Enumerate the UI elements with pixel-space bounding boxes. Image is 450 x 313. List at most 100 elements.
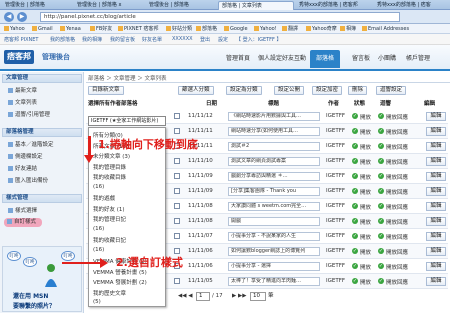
pixnet-link[interactable]: 登出 (200, 36, 210, 43)
row-checkbox[interactable] (174, 203, 180, 209)
row-checkbox[interactable] (174, 113, 180, 119)
pixnet-link[interactable]: 設定 (218, 36, 228, 43)
row-checkbox[interactable] (174, 173, 180, 179)
edit-button[interactable]: 編輯 (426, 187, 446, 196)
sidebar-item[interactable]: 側邊欄設定 (8, 152, 43, 160)
sidebar-item[interactable]: 匯入匯出備份 (8, 176, 48, 184)
toolbar-button[interactable]: 迴響設定 (376, 86, 407, 95)
bookmark[interactable]: Yahoo奇摩 (306, 25, 337, 33)
dropdown-option[interactable]: 我的歷史文章 (93, 289, 126, 297)
bookmark[interactable]: Yahoo (4, 25, 25, 33)
edit-button[interactable]: 編輯 (426, 247, 446, 256)
browser-tab[interactable]: 管理後台 | 部落格 (146, 1, 216, 10)
per-page-select[interactable]: 10 (250, 292, 266, 301)
pixnet-link[interactable]: 痞客邦 PIXNET (4, 36, 38, 43)
bookmark[interactable]: 好站分類 (166, 25, 192, 33)
bookmark[interactable]: Google (224, 25, 248, 33)
dropdown-option[interactable]: 我的好友 (1) (93, 205, 125, 213)
row-checkbox[interactable] (174, 128, 180, 134)
row-title[interactable]: 大家讚同體 s weetm.com完全… (228, 202, 320, 211)
bookmark[interactable]: 相簿 (340, 25, 356, 33)
row-checkbox[interactable] (174, 158, 180, 164)
dropdown-option[interactable]: (5) (93, 299, 101, 305)
sidebar-item-custom-style[interactable]: 自訂樣式 (4, 218, 42, 227)
bookmark[interactable]: Yahoo! (254, 25, 277, 33)
browser-tab[interactable]: 管理後台 | 部落格 x (74, 1, 144, 10)
page-number-input[interactable]: 1 (196, 292, 210, 301)
url-input[interactable]: http://panel.pixnet.cc/blog/article (40, 12, 400, 22)
edit-button[interactable]: 編輯 (426, 202, 446, 211)
sidebar-item[interactable]: 樣式選擇 (8, 206, 37, 214)
nav-item[interactable]: 帳戶管理 (406, 53, 430, 62)
category-dropdown-list[interactable]: 所有分類(0) 所有文章 (165) 未分類文章 (3) 我的管理目錄 我的收藏目錄 (1… (88, 127, 166, 307)
toolbar-button[interactable]: 篩選人分類 (178, 86, 214, 95)
back-icon[interactable]: ◀ (4, 12, 14, 22)
bookmark[interactable]: 部落格 (196, 25, 217, 33)
row-checkbox[interactable] (174, 188, 180, 194)
browser-tab-active[interactable]: 部落格 | 文章列表 (218, 1, 294, 10)
category-select[interactable]: IGETFF (★全家工作網站影片) (88, 116, 166, 126)
toolbar-button[interactable]: 刪除 (348, 86, 368, 95)
edit-button[interactable]: 編輯 (426, 232, 446, 241)
dropdown-option[interactable]: 未分類文章 (3) (93, 152, 130, 160)
row-title[interactable]: 如何讓數blogger網誌上的博覽列 (228, 247, 320, 256)
dropdown-option[interactable]: (16) (93, 247, 104, 253)
bookmark[interactable]: Yenaa (60, 25, 81, 33)
pixnet-link[interactable]: 我的部落格 (50, 36, 75, 43)
browser-tab[interactable]: 秀特xxx的部落格 | 痞客 (374, 1, 448, 10)
row-title[interactable]: 開戲 (228, 217, 320, 226)
row-title[interactable]: [分享]集客團隊 - Thank you (228, 187, 320, 196)
pixnet-logo[interactable]: 痞客邦 (4, 50, 34, 64)
toolbar-button[interactable]: 設定為分類 (226, 86, 262, 95)
edit-button[interactable]: 編輯 (426, 112, 446, 121)
row-title[interactable]: 測試＃2 (228, 142, 320, 151)
nav-item[interactable]: 留言板 (352, 53, 370, 62)
bookmark[interactable]: 翻譯 (282, 25, 298, 33)
dropdown-option[interactable]: 我的收藏日記 (93, 236, 126, 244)
bookmark[interactable]: PIXNET 痞客邦 (118, 25, 158, 33)
forward-icon[interactable]: ▶ (17, 12, 27, 22)
edit-button[interactable]: 編輯 (426, 262, 446, 271)
row-title[interactable]: 小提事分享 - 選擇 (228, 262, 320, 271)
toolbar-button[interactable]: 設定加密 (312, 86, 343, 95)
dropdown-option[interactable]: 我的管理目錄 (93, 163, 126, 171)
nav-item[interactable]: 小團購 (378, 53, 396, 62)
row-title[interactable]: 測試文章的網頁測試專案 (228, 157, 320, 166)
row-checkbox[interactable] (174, 278, 180, 284)
browser-tab[interactable]: 秀特xxx的部落格 | 痞客邦 (296, 1, 372, 10)
pixnet-link[interactable]: XXXXXX (172, 36, 193, 42)
sidebar-item[interactable]: 基本／進階設定 (8, 140, 54, 148)
new-article-button[interactable]: 目錄新文章 (88, 86, 124, 95)
dropdown-option[interactable]: 我的收藏目錄 (93, 173, 126, 181)
edit-button[interactable]: 編輯 (426, 277, 446, 286)
sidebar-item[interactable]: 好友連結 (8, 164, 37, 172)
row-title[interactable]: 《網站時速影片用數據與工具… (228, 112, 320, 121)
bookmark[interactable]: Gmail (32, 25, 53, 33)
edit-button[interactable]: 編輯 (426, 157, 446, 166)
first-page-icon[interactable]: ◀◀ ◀ (178, 292, 192, 301)
next-page-icon[interactable]: ▶ ▶▶ (232, 292, 246, 301)
nav-item[interactable]: 個人設定 (258, 53, 282, 62)
dropdown-option[interactable]: 我的管理日記 (93, 215, 126, 223)
dropdown-option[interactable]: (16) (93, 184, 104, 190)
pixnet-link[interactable]: 我的留言板 (110, 36, 135, 43)
toolbar-button[interactable]: 設定公開 (274, 86, 305, 95)
row-title[interactable]: 太棒了！享受了精進向羊肉麵… (228, 277, 320, 286)
nav-item-blog[interactable]: 部落格 (310, 50, 341, 68)
dropdown-option[interactable]: (16) (93, 226, 104, 232)
msn-ad[interactable]: 叮咚 叮咚 叮咚 還在用 MSN 要聯繫的照片？ (2, 246, 82, 312)
row-title[interactable]: 網站時速分享(如何使用工具… (228, 127, 320, 136)
browser-tab[interactable]: 管理後台 | 部落格 (2, 1, 72, 10)
sidebar-item[interactable]: 最新文章 (8, 86, 37, 94)
dropdown-option[interactable]: VEMMA 發展計劃 (2) (93, 278, 147, 286)
row-checkbox[interactable] (174, 233, 180, 239)
pixnet-link[interactable]: 我的相簿 (82, 36, 102, 43)
edit-button[interactable]: 編輯 (426, 217, 446, 226)
sidebar-item[interactable]: 文章列表 (8, 98, 37, 106)
row-title[interactable]: 戲劇分享專訪與精選 ＊… (228, 172, 320, 181)
pixnet-link[interactable]: 好友名單 (142, 36, 162, 43)
edit-button[interactable]: 編輯 (426, 142, 446, 151)
bookmark[interactable]: FB好友 (90, 25, 112, 33)
edit-button[interactable]: 編輯 (426, 172, 446, 181)
dropdown-option[interactable]: 我的遊戲 (93, 194, 115, 202)
